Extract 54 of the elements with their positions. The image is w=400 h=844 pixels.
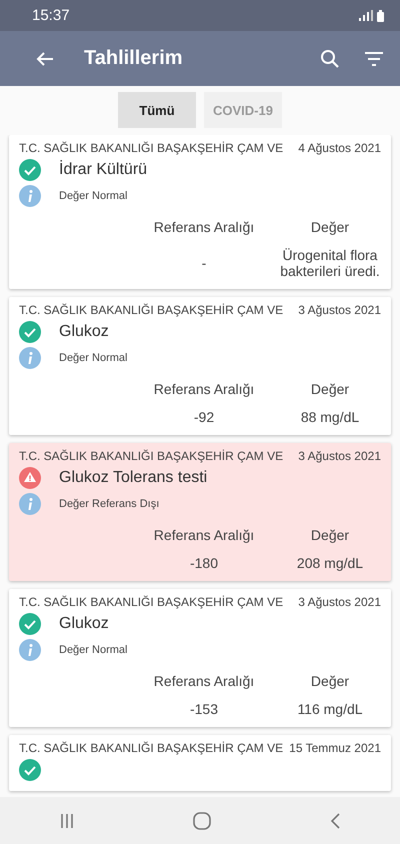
filter-tab[interactable]: Tümü [118, 92, 196, 128]
column-header: Referans Aralığı [152, 219, 256, 235]
result-date: 15 Temmuz 2021 [289, 741, 381, 755]
status-text: Değer Normal [59, 352, 128, 364]
test-name: Glukoz [59, 615, 109, 633]
status-text: Değer Normal [59, 644, 128, 656]
back-nav-button[interactable] [330, 812, 340, 828]
column-header: Değer [310, 527, 350, 543]
result-date: 3 Ağustos 2021 [298, 595, 381, 609]
reference-range: -180 [188, 555, 220, 571]
result-value: Ürogenital flora bakterileri üredi. [279, 247, 381, 279]
test-name: İdrar Kültürü [59, 161, 148, 179]
result-value: 88 mg/dL [300, 409, 360, 425]
result-card[interactable]: T.C. SAĞLIK BAKANLIĞI BAŞAKŞEHİR ÇAM VE 4 Ağustos 2021 İdrar Kültürü Değer Normal Referans Aralığı Değer - Ürogenital flora bakterileri üredi. [9, 135, 391, 289]
back-button[interactable] [36, 50, 54, 66]
column-header: Değer [310, 673, 350, 689]
screen-title: Tahlillerim [84, 47, 184, 70]
test-name: Glukoz [59, 323, 109, 341]
info-icon[interactable] [19, 185, 41, 207]
search-button[interactable] [320, 48, 340, 68]
institution-name: T.C. SAĞLIK BAKANLIĞI BAŞAKŞEHİR ÇAM VE [19, 741, 284, 755]
status-time: 15:37 [32, 7, 70, 24]
battery-icon [377, 10, 384, 22]
result-date: 4 Ağustos 2021 [298, 141, 381, 155]
column-header: Değer [310, 381, 350, 397]
result-card[interactable]: T.C. SAĞLIK BAKANLIĞI BAŞAKŞEHİR ÇAM VE 15 Temmuz 2021 [9, 735, 391, 791]
column-header: Referans Aralığı [152, 673, 256, 689]
result-card[interactable]: T.C. SAĞLIK BAKANLIĞI BAŞAKŞEHİR ÇAM VE 3 Ağustos 2021 Glukoz Değer Normal Referans Aralığı Değer -92 88 mg/dL [9, 297, 391, 435]
result-value: 208 mg/dL [296, 555, 364, 571]
institution-name: T.C. SAĞLIK BAKANLIĞI BAŞAKŞEHİR ÇAM VE [19, 141, 284, 155]
recent-apps-button[interactable] [60, 812, 74, 828]
reference-range: - [200, 255, 208, 271]
reference-range: -153 [188, 701, 220, 717]
filter-button[interactable] [364, 52, 384, 66]
status-text: Değer Normal [59, 190, 128, 202]
result-date: 3 Ağustos 2021 [298, 449, 381, 463]
institution-name: T.C. SAĞLIK BAKANLIĞI BAŞAKŞEHİR ÇAM VE [19, 449, 284, 463]
column-header: Referans Aralığı [152, 527, 256, 543]
info-icon[interactable] [19, 639, 41, 661]
signal-icon [359, 10, 373, 21]
institution-name: T.C. SAĞLIK BAKANLIĞI BAŞAKŞEHİR ÇAM VE [19, 303, 284, 317]
result-card[interactable]: T.C. SAĞLIK BAKANLIĞI BAŞAKŞEHİR ÇAM VE 3 Ağustos 2021 Glukoz Değer Normal Referans Aralığı Değer -153 116 mg/dL [9, 589, 391, 727]
info-icon[interactable] [19, 493, 41, 515]
result-date: 3 Ağustos 2021 [298, 303, 381, 317]
result-card[interactable]: T.C. SAĞLIK BAKANLIĞI BAŞAKŞEHİR ÇAM VE 3 Ağustos 2021 Glukoz Tolerans testi Değer Referans Dışı Referans Aralığı Değer -180 208 mg/dL [9, 443, 391, 581]
institution-name: T.C. SAĞLIK BAKANLIĞI BAŞAKŞEHİR ÇAM VE [19, 595, 284, 609]
column-header: Referans Aralığı [152, 381, 256, 397]
home-button[interactable] [192, 812, 211, 830]
result-value: 116 mg/dL [296, 701, 364, 717]
column-header: Değer [310, 219, 350, 235]
reference-range: -92 [192, 409, 216, 425]
info-icon[interactable] [19, 347, 41, 369]
status-text: Değer Referans Dışı [59, 498, 160, 510]
test-name: Glukoz Tolerans testi [59, 469, 208, 487]
